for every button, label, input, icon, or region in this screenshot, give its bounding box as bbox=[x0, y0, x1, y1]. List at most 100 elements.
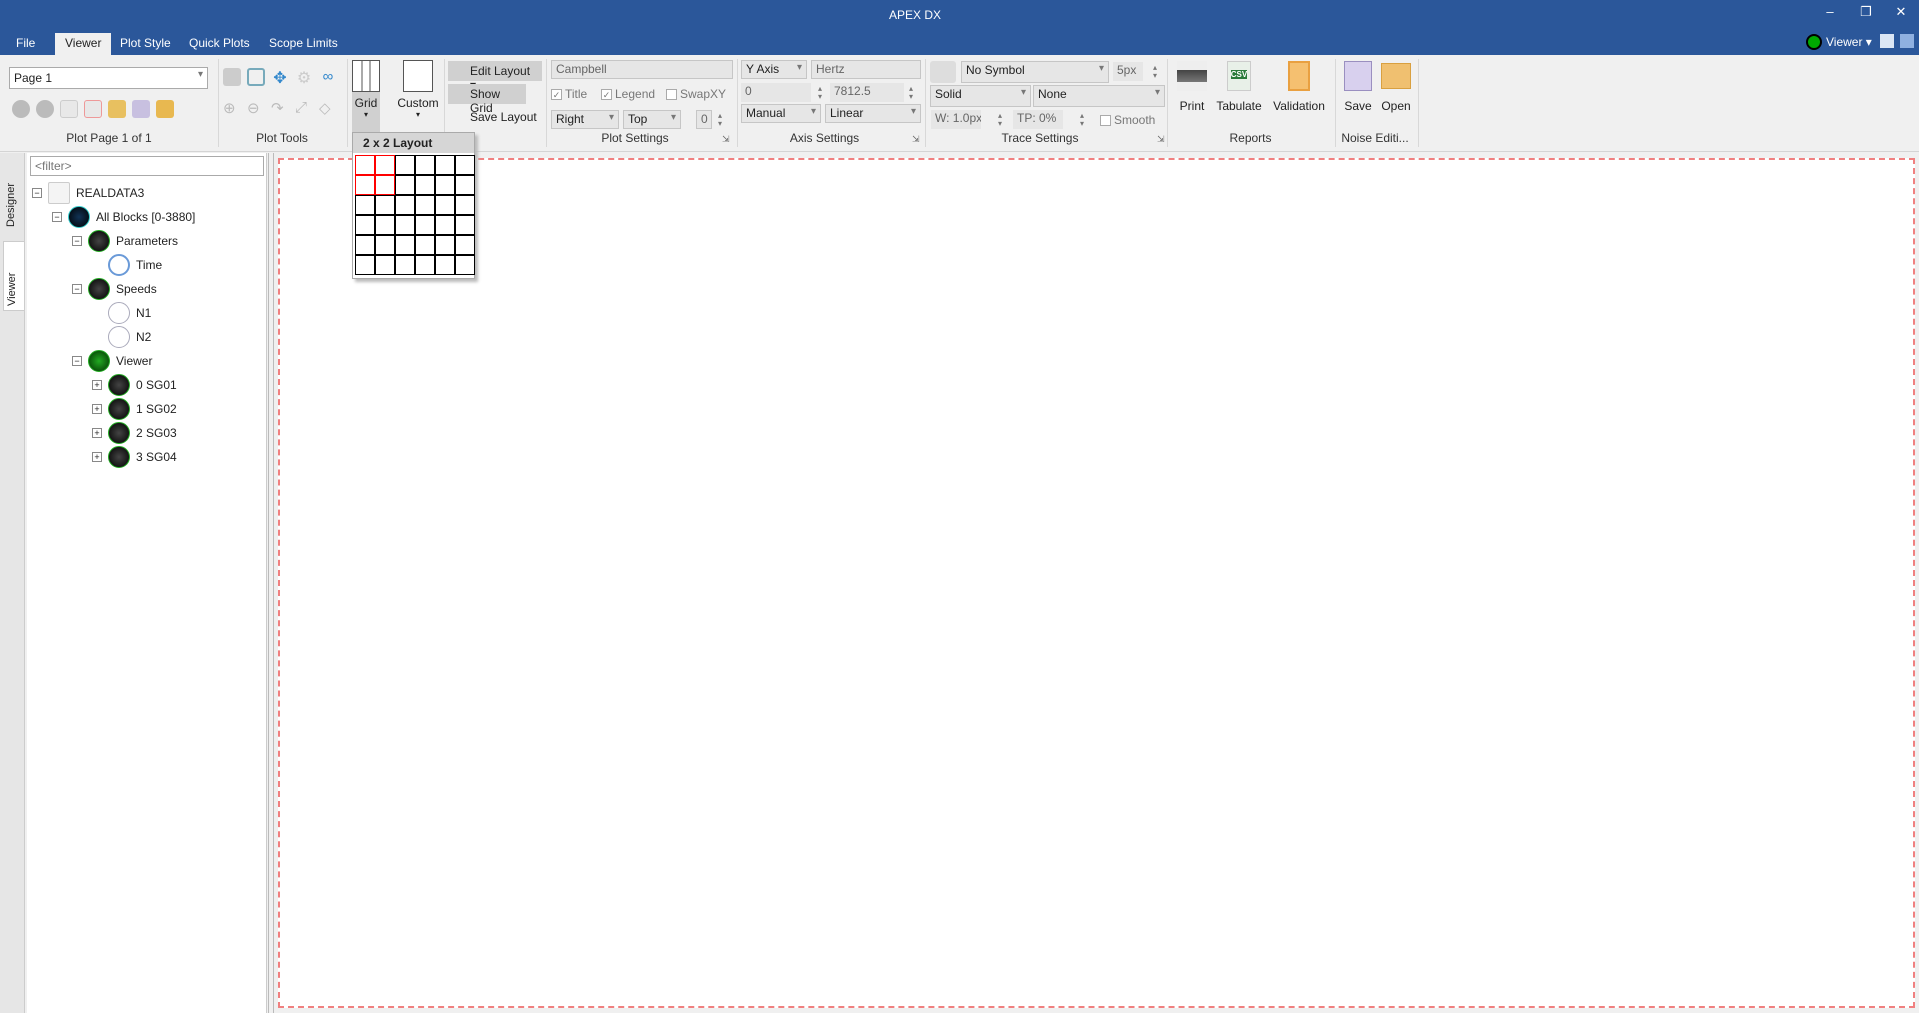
grid-cell[interactable] bbox=[435, 175, 455, 195]
axis-scale-select[interactable]: Linear bbox=[825, 104, 921, 123]
grid-cell[interactable] bbox=[455, 155, 475, 175]
tree-node[interactable]: − REALDATA3 bbox=[32, 181, 195, 205]
redo-icon[interactable]: ↷ bbox=[271, 99, 289, 117]
tree-node[interactable]: +1 SG02 bbox=[92, 397, 195, 421]
tree-node[interactable]: N1 bbox=[92, 301, 195, 325]
tab-quick-plots[interactable]: Quick Plots bbox=[179, 33, 260, 55]
trace-settings-launcher-icon[interactable]: ⇲ bbox=[1157, 134, 1165, 145]
grid-cell[interactable] bbox=[355, 175, 375, 195]
smooth-checkbox[interactable]: Smooth bbox=[1100, 113, 1155, 127]
grid-cell[interactable] bbox=[375, 215, 395, 235]
transparency-input[interactable]: TP: 0% bbox=[1013, 110, 1063, 129]
tab-plot-style[interactable]: Plot Style bbox=[110, 33, 181, 55]
symbol-select[interactable]: No Symbol bbox=[961, 61, 1109, 83]
title-checkbox[interactable]: ✓ Title bbox=[551, 87, 587, 101]
grid-cell[interactable] bbox=[395, 255, 415, 275]
expand-icon[interactable]: + bbox=[92, 428, 102, 438]
clean-icon[interactable] bbox=[108, 100, 126, 118]
symbol-size-spinner[interactable]: ▴ ▾ bbox=[1153, 64, 1161, 80]
panel-splitter[interactable] bbox=[268, 153, 274, 1013]
legend-vertical-select[interactable]: Top bbox=[623, 110, 681, 129]
collapse-icon[interactable]: − bbox=[32, 188, 42, 198]
expand-icon[interactable]: + bbox=[92, 452, 102, 462]
grid-cell[interactable] bbox=[415, 255, 435, 275]
fit-icon[interactable]: ⤢ bbox=[295, 99, 313, 117]
grid-cell[interactable] bbox=[375, 195, 395, 215]
tab-file[interactable]: File bbox=[6, 33, 45, 55]
tabulate-button[interactable]: CSV Tabulate bbox=[1214, 61, 1264, 113]
noise-open-button[interactable]: Open bbox=[1378, 61, 1414, 113]
grid-cell[interactable] bbox=[415, 215, 435, 235]
grid-cell[interactable] bbox=[435, 235, 455, 255]
grid-cell[interactable] bbox=[395, 195, 415, 215]
fill-select[interactable]: None bbox=[1033, 85, 1165, 107]
grid-cell[interactable] bbox=[455, 235, 475, 255]
axis-select[interactable]: Y Axis bbox=[741, 60, 807, 79]
color-palette-icon[interactable] bbox=[930, 61, 956, 83]
delete-page-icon[interactable] bbox=[84, 100, 102, 118]
grid-cell[interactable] bbox=[455, 215, 475, 235]
collapse-icon[interactable]: − bbox=[72, 356, 82, 366]
grid-cell[interactable] bbox=[375, 255, 395, 275]
pin-icon[interactable] bbox=[1880, 34, 1894, 48]
tree-node[interactable]: − Parameters bbox=[72, 229, 195, 253]
move-down-icon[interactable] bbox=[36, 100, 54, 118]
pointer-icon[interactable] bbox=[223, 68, 241, 86]
grid-cell[interactable] bbox=[455, 255, 475, 275]
grid-cell[interactable] bbox=[395, 175, 415, 195]
tree-node[interactable]: +2 SG03 bbox=[92, 421, 195, 445]
collapse-icon[interactable]: − bbox=[72, 284, 82, 294]
show-grid-button[interactable]: Show Grid bbox=[448, 84, 526, 115]
legend-checkbox[interactable]: ✓ Legend bbox=[601, 87, 655, 101]
grid-cell[interactable] bbox=[435, 155, 455, 175]
restore-button[interactable]: ❐ bbox=[1851, 4, 1881, 24]
edit-layout-button[interactable]: Edit Layout ▾ bbox=[448, 61, 542, 92]
tab-viewer[interactable]: Viewer bbox=[55, 33, 112, 55]
grid-cell[interactable] bbox=[455, 195, 475, 215]
transparency-spinner[interactable]: ▴ ▾ bbox=[1080, 112, 1088, 128]
tree-node[interactable]: +3 SG04 bbox=[92, 445, 195, 469]
filter-input[interactable] bbox=[30, 156, 264, 176]
add-page-icon[interactable] bbox=[60, 100, 78, 118]
grid-cell[interactable] bbox=[355, 255, 375, 275]
axis-min-input[interactable]: 0 bbox=[741, 83, 811, 102]
grid-cell[interactable] bbox=[455, 175, 475, 195]
custom-layout-button[interactable]: Custom ▾ bbox=[395, 60, 441, 119]
folder-icon[interactable] bbox=[156, 100, 174, 118]
validation-button[interactable]: Validation bbox=[1268, 61, 1330, 113]
plot-title-input[interactable]: Campbell bbox=[551, 60, 733, 79]
side-tab-designer[interactable]: Designer bbox=[3, 161, 25, 231]
grid-cell[interactable] bbox=[375, 155, 395, 175]
grid-cell[interactable] bbox=[355, 215, 375, 235]
axis-settings-launcher-icon[interactable]: ⇲ bbox=[912, 134, 920, 145]
tree-node[interactable]: Time bbox=[92, 253, 195, 277]
close-button[interactable]: ✕ bbox=[1886, 4, 1916, 24]
page-select[interactable]: Page 1 bbox=[9, 67, 208, 89]
grid-cell[interactable] bbox=[415, 155, 435, 175]
line-width-spinner[interactable]: ▴ ▾ bbox=[998, 112, 1006, 128]
link-icon[interactable]: ∞ bbox=[319, 68, 337, 86]
profile-dropdown[interactable]: Viewer ▾ bbox=[1826, 35, 1872, 49]
axis-max-spinner[interactable]: ▴ ▾ bbox=[909, 85, 917, 101]
zoom-in-icon[interactable]: ⊕ bbox=[223, 99, 241, 117]
grid-cell[interactable] bbox=[355, 195, 375, 215]
grid-cell[interactable] bbox=[355, 235, 375, 255]
expand-icon[interactable]: + bbox=[92, 380, 102, 390]
save-layout-button[interactable]: Save Layout bbox=[448, 107, 538, 127]
grid-cell[interactable] bbox=[395, 215, 415, 235]
grid-button[interactable]: Grid ▾ bbox=[352, 60, 380, 134]
print-button[interactable]: Print bbox=[1172, 61, 1212, 113]
line-width-input[interactable]: W: 1.0px bbox=[931, 110, 981, 129]
tree-node[interactable]: N2 bbox=[92, 325, 195, 349]
swapxy-checkbox[interactable]: SwapXY bbox=[666, 87, 726, 101]
eraser-icon[interactable]: ◇ bbox=[319, 99, 337, 117]
expand-icon[interactable]: + bbox=[92, 404, 102, 414]
offset-spinner[interactable]: ▴ ▾ bbox=[718, 112, 726, 128]
collapse-ribbon-icon[interactable] bbox=[1900, 34, 1914, 48]
axis-min-spinner[interactable]: ▴ ▾ bbox=[818, 85, 826, 101]
move-up-icon[interactable] bbox=[12, 100, 30, 118]
tree-node[interactable]: +0 SG01 bbox=[92, 373, 195, 397]
symbol-size-input[interactable]: 5px bbox=[1113, 62, 1143, 81]
tab-scope-limits[interactable]: Scope Limits bbox=[259, 33, 348, 55]
grid-cell[interactable] bbox=[435, 195, 455, 215]
